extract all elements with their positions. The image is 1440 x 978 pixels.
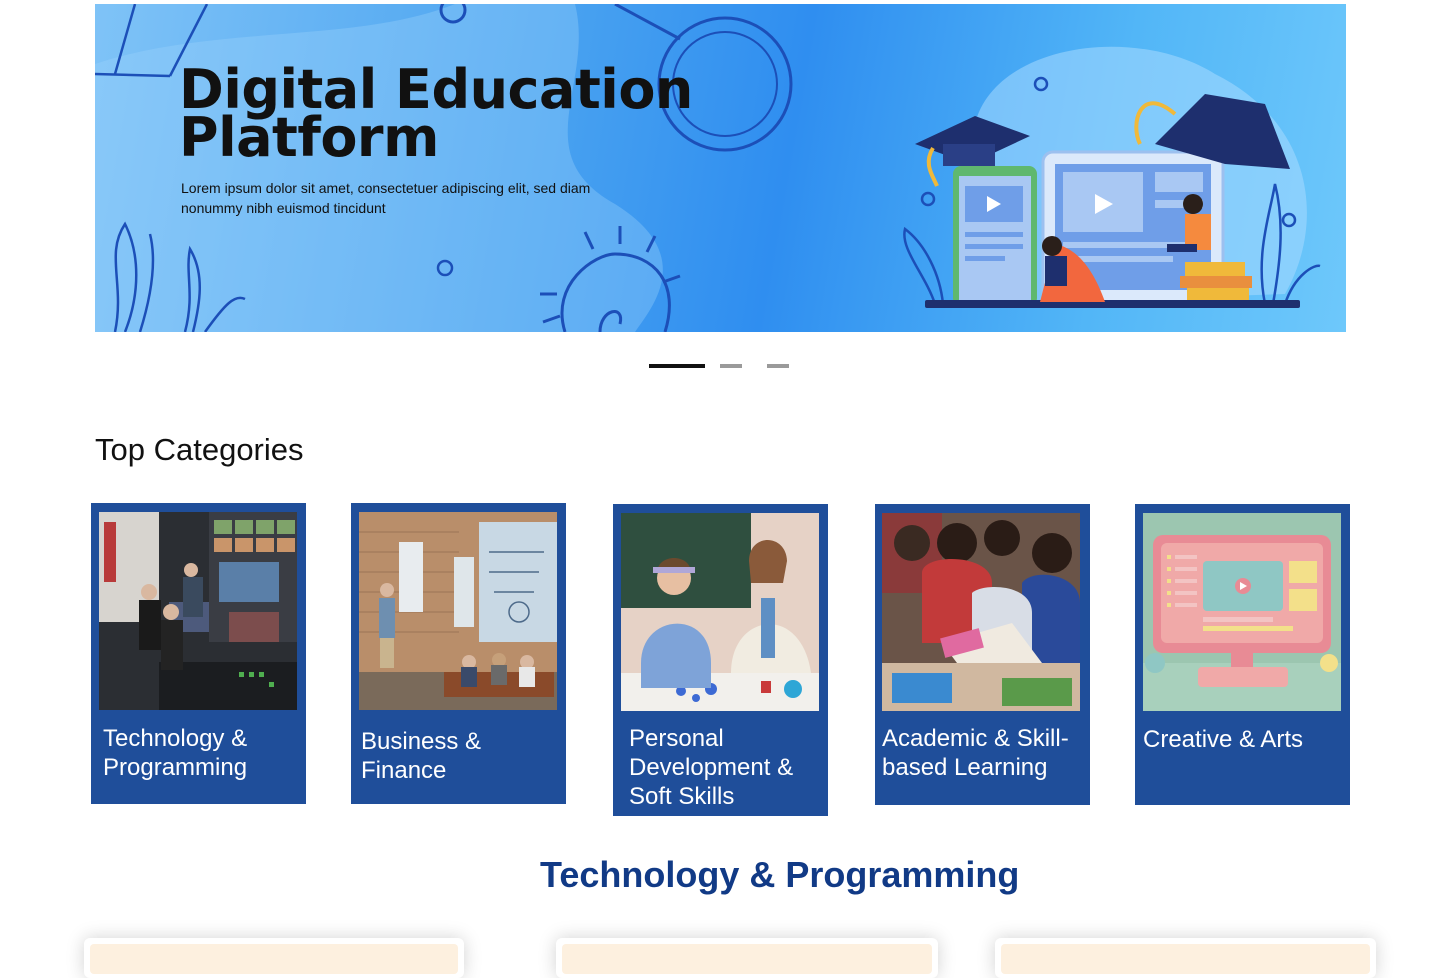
category-label: Academic & Skill-based Learning (882, 725, 1069, 781)
banner-subtitle: Lorem ipsum dolor sit amet, consectetuer… (181, 180, 591, 216)
hero-banner[interactable]: Digital Education Platform Lorem ipsum d… (95, 4, 1346, 332)
banner-title: Digital Education Platform (179, 58, 693, 169)
category-card-creative-arts[interactable]: Creative & Arts (1135, 504, 1350, 805)
carousel-dot-3[interactable] (767, 364, 789, 368)
category-card-business[interactable]: Business & Finance (351, 503, 566, 804)
course-card[interactable] (84, 938, 464, 978)
course-card-image (90, 944, 458, 974)
category-image-personal-development (621, 513, 819, 711)
course-card-image (562, 944, 932, 974)
category-image-business (359, 512, 557, 710)
category-image-technology (99, 512, 297, 710)
featured-section-heading: Technology & Programming (540, 854, 1020, 895)
category-label: Business & Finance (361, 728, 482, 784)
course-card-image (1001, 944, 1370, 974)
category-card-technology[interactable]: Technology & Programming (91, 503, 306, 804)
category-label: Creative & Arts (1143, 726, 1304, 753)
category-card-academic[interactable]: Academic & Skill-based Learning (875, 504, 1090, 805)
category-label: Personal Development & Soft Skills (629, 725, 794, 810)
category-image-creative-arts (1143, 513, 1341, 711)
category-card-personal-development[interactable]: Personal Development & Soft Skills (613, 504, 828, 816)
course-card[interactable] (995, 938, 1376, 978)
category-label: Technology & Programming (103, 725, 248, 781)
top-categories-heading: Top Categories (95, 432, 304, 467)
phone-illustration (953, 166, 1037, 306)
carousel-dot-2[interactable] (720, 364, 742, 368)
course-card[interactable] (556, 938, 938, 978)
category-image-academic (882, 513, 1080, 711)
carousel-dot-1[interactable] (649, 364, 705, 368)
